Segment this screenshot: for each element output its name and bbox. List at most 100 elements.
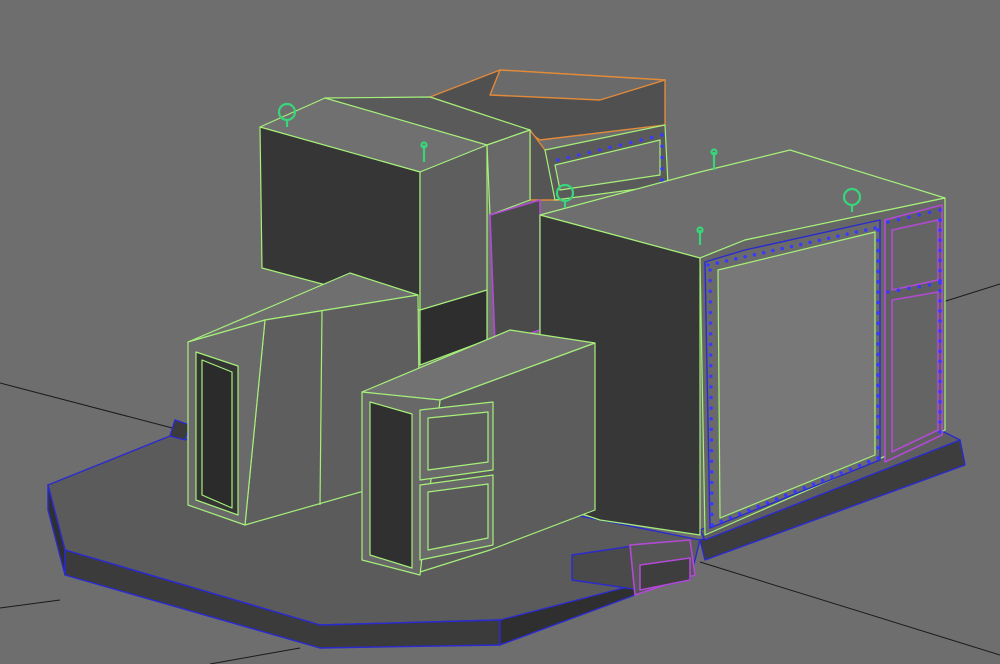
rivet — [938, 268, 942, 273]
rivet — [876, 414, 880, 419]
rivet — [938, 359, 942, 364]
rivet — [938, 281, 942, 285]
rivet — [709, 406, 713, 410]
rivet — [876, 269, 880, 274]
rivet — [876, 383, 880, 388]
rivet — [873, 226, 877, 230]
rivet — [817, 238, 822, 243]
rivet — [876, 238, 880, 243]
rivet — [938, 349, 942, 354]
rivet — [886, 290, 890, 294]
rivet — [587, 150, 591, 155]
rivet — [639, 138, 643, 142]
rivet — [771, 248, 775, 253]
rivet — [907, 215, 911, 219]
viewport-canvas[interactable] — [0, 0, 1000, 664]
rivet — [876, 352, 880, 357]
rivet — [927, 210, 932, 215]
rivet — [820, 478, 825, 483]
rivet — [938, 329, 942, 333]
rivet — [756, 504, 760, 509]
rivet — [876, 342, 880, 346]
rivet — [710, 501, 714, 506]
rivet — [734, 257, 738, 261]
rivet — [708, 363, 713, 368]
rivet — [798, 242, 803, 247]
rivet — [774, 497, 779, 501]
rivet — [938, 258, 942, 263]
rivet — [752, 252, 757, 257]
rivet — [706, 263, 710, 267]
rivet — [938, 248, 942, 253]
rivet — [660, 144, 664, 149]
rivet — [886, 220, 890, 224]
rivet — [709, 459, 714, 464]
rivet — [710, 523, 714, 527]
rivet — [907, 286, 911, 291]
rivet — [876, 373, 880, 377]
rivet — [783, 493, 788, 498]
rivet — [876, 394, 880, 398]
rivet — [728, 515, 733, 520]
rivet — [938, 399, 942, 404]
rivet — [845, 232, 849, 236]
rivet — [938, 389, 942, 394]
rivet — [938, 410, 942, 414]
rivet — [709, 480, 714, 485]
rivet — [802, 485, 807, 490]
rivet — [761, 250, 766, 255]
rivet — [808, 240, 812, 245]
rivet — [660, 155, 664, 160]
rivet — [938, 309, 942, 313]
rivet — [866, 459, 871, 464]
rivet — [597, 148, 602, 152]
rivet — [709, 374, 713, 379]
rivet — [876, 404, 880, 408]
rivet — [917, 284, 921, 289]
rivet — [780, 246, 785, 251]
rivet — [927, 283, 932, 287]
rivet — [556, 158, 560, 162]
rivet — [830, 474, 834, 479]
rivet — [876, 280, 880, 284]
rivet — [876, 456, 880, 460]
3d-viewport[interactable] — [0, 0, 1000, 664]
rivet — [876, 248, 880, 253]
rivet — [708, 331, 713, 336]
rivet — [724, 259, 729, 263]
rivet — [708, 321, 713, 325]
rivet — [857, 463, 862, 468]
rivet — [709, 385, 713, 389]
rivet — [709, 470, 714, 474]
rivet — [876, 300, 880, 305]
rivet — [660, 166, 664, 171]
rivet — [709, 416, 713, 421]
rivet — [839, 471, 843, 475]
rivet — [708, 353, 713, 357]
rivet — [876, 445, 880, 450]
rivet — [938, 238, 942, 243]
lift-bolt-icon[interactable] — [710, 148, 718, 171]
rivet — [863, 228, 868, 232]
rivet — [708, 342, 713, 347]
rivet — [938, 379, 942, 384]
rivet — [708, 289, 712, 294]
rivet — [876, 290, 880, 294]
rivet — [876, 331, 880, 336]
rivet — [896, 217, 901, 222]
rivet — [876, 425, 880, 429]
rivet — [938, 369, 942, 374]
rivet — [793, 489, 797, 494]
rivet — [747, 508, 751, 512]
rivet — [848, 467, 853, 471]
rivet — [708, 278, 712, 283]
rivet — [765, 500, 770, 505]
rivet — [608, 145, 612, 150]
rivet — [660, 178, 664, 182]
rivet — [708, 300, 713, 304]
rivet — [649, 135, 654, 140]
rivet — [938, 420, 942, 424]
rivet — [876, 435, 880, 440]
rivet — [876, 311, 880, 315]
rivet — [709, 491, 714, 495]
